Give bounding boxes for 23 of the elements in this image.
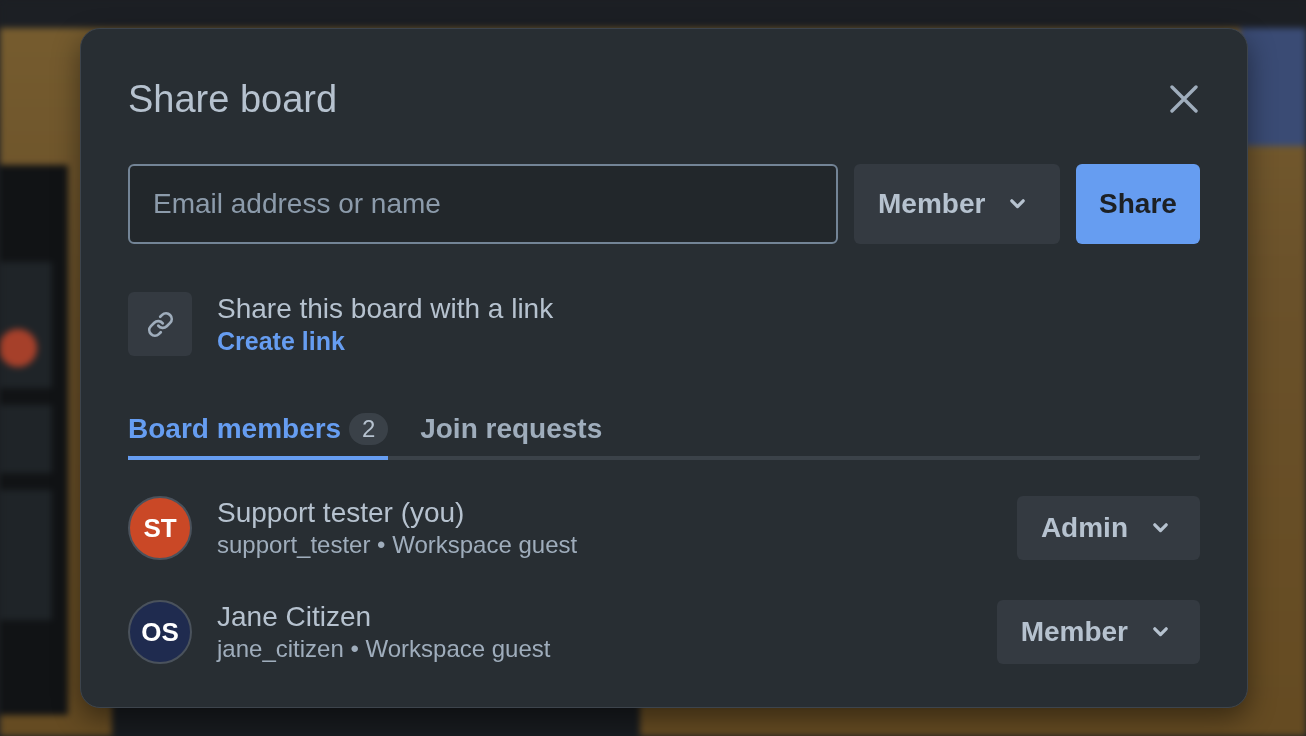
create-link[interactable]: Create link <box>217 326 345 356</box>
chevron-down-icon <box>1010 199 1026 209</box>
link-icon <box>128 292 192 356</box>
tab[interactable]: Join requests <box>420 412 603 460</box>
role-dropdown[interactable]: Member <box>996 600 1200 664</box>
link-share-label: Share this board with a link <box>217 292 554 326</box>
member-name: Jane Citizen <box>217 600 372 634</box>
dialog-title: Share board <box>128 77 338 122</box>
user-avatar: OS <box>128 600 192 664</box>
member-name: Support tester (you) <box>217 496 465 530</box>
tab[interactable]: Board members 2 <box>128 412 389 460</box>
close-icon <box>1170 85 1198 113</box>
chevron-down-icon <box>1153 523 1168 533</box>
chevron-down-icon <box>1153 627 1168 637</box>
user-avatar: ST <box>128 496 192 560</box>
count-badge: 2 <box>349 413 389 445</box>
email-input[interactable]: Email address or name <box>128 164 838 244</box>
member-details: jane_citizen • Workspace guest <box>217 634 551 664</box>
close-button[interactable] <box>1168 83 1200 115</box>
share-button[interactable]: Share <box>1076 164 1200 244</box>
role-dropdown[interactable]: Member <box>854 164 1060 244</box>
role-dropdown[interactable]: Admin <box>1016 496 1200 560</box>
member-details: support_tester • Workspace guest <box>217 530 578 560</box>
